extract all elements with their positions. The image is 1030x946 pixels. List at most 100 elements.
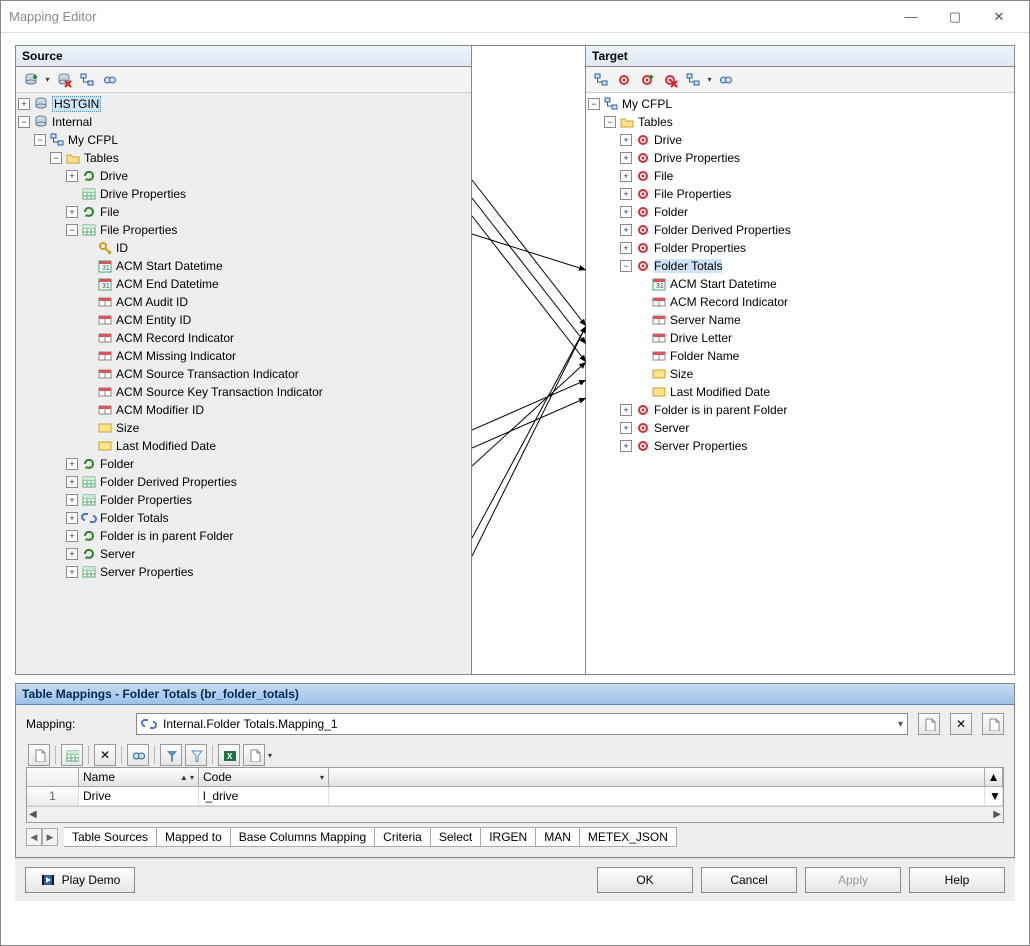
tab-metex-json[interactable]: METEX_JSON (580, 827, 677, 847)
property-icon (97, 366, 113, 382)
source-node-server[interactable]: +Server (66, 545, 471, 563)
grid-filter2-button[interactable] (185, 744, 207, 766)
target-node-folder-parent[interactable]: +Folder is in parent Folder (620, 401, 1014, 419)
mapping-new-button[interactable] (918, 713, 940, 735)
create-mapping-button[interactable] (591, 70, 611, 90)
row-code[interactable]: l_drive (199, 787, 329, 805)
grid-filter-button[interactable] (160, 744, 182, 766)
target-node-tables[interactable]: − Tables (604, 113, 1014, 131)
column-code[interactable]: Code▾ (199, 768, 329, 786)
source-fp-acm-srctx[interactable]: ACM Source Transaction Indicator (82, 365, 471, 383)
target-ft-lastmod[interactable]: Last Modified Date (636, 383, 1014, 401)
add-datasource-button[interactable] (21, 70, 41, 90)
source-fp-acm-srckey[interactable]: ACM Source Key Transaction Indicator (82, 383, 471, 401)
target-ft-drive-letter[interactable]: Drive Letter (636, 329, 1014, 347)
target-node-file[interactable]: +File (620, 167, 1014, 185)
model-icon (603, 96, 619, 112)
source-fp-id[interactable]: ID (82, 239, 471, 257)
grid-table-button[interactable] (61, 744, 83, 766)
source-node-server-props[interactable]: +Server Properties (66, 563, 471, 581)
source-fp-acm-start[interactable]: ACM Start Datetime (82, 257, 471, 275)
play-demo-button[interactable]: Play Demo (25, 867, 135, 893)
tab-irgen[interactable]: IRGEN (481, 827, 536, 847)
close-button[interactable]: ✕ (977, 2, 1021, 32)
source-node-hstgin[interactable]: + HSTGIN (18, 95, 471, 113)
apply-button[interactable]: Apply (805, 867, 901, 893)
grid-more-button[interactable] (243, 744, 265, 766)
source-node-mycfpl[interactable]: − My CFPL (34, 131, 471, 149)
tab-mapped-to[interactable]: Mapped to (157, 827, 231, 847)
maximize-button[interactable]: ▢ (933, 2, 977, 32)
source-node-file-props[interactable]: −File Properties (66, 221, 471, 239)
tab-next[interactable]: ▶ (42, 828, 58, 846)
find-button[interactable] (100, 70, 120, 90)
source-node-folder-derived[interactable]: +Folder Derived Properties (66, 473, 471, 491)
source-node-internal[interactable]: − Internal (18, 113, 471, 131)
target-model-button[interactable] (683, 70, 703, 90)
target-node-mycfpl[interactable]: − My CFPL (588, 95, 1014, 113)
grid-excel-button[interactable] (218, 744, 240, 766)
target-node-folder-props[interactable]: +Folder Properties (620, 239, 1014, 257)
source-fp-acm-modifier[interactable]: ACM Modifier ID (82, 401, 471, 419)
mapping-delete-button[interactable]: ✕ (950, 713, 972, 735)
grid-delete-button[interactable]: ✕ (94, 744, 116, 766)
row-name[interactable]: Drive (79, 787, 199, 805)
target-node-folder[interactable]: +Folder (620, 203, 1014, 221)
target-ft-size[interactable]: Size (636, 365, 1014, 383)
mapping-options-button[interactable] (982, 713, 1004, 735)
insert-row-button[interactable] (28, 744, 50, 766)
scrollbar-top[interactable]: ▲ (985, 768, 1003, 786)
model-button[interactable] (77, 70, 97, 90)
target-icon-button[interactable] (614, 70, 634, 90)
mapping-combobox[interactable]: ▾ (136, 713, 908, 735)
hscrollbar[interactable]: ◀▶ (27, 806, 1003, 822)
source-node-drive-props[interactable]: Drive Properties (66, 185, 471, 203)
source-node-drive[interactable]: +Drive (66, 167, 471, 185)
target-node-drive[interactable]: +Drive (620, 131, 1014, 149)
target-model-dropdown[interactable]: ▾ (706, 70, 713, 90)
source-node-folder-props[interactable]: +Folder Properties (66, 491, 471, 509)
target-ft-server-name[interactable]: Server Name (636, 311, 1014, 329)
source-fp-lastmod[interactable]: Last Modified Date (82, 437, 471, 455)
tab-select[interactable]: Select (431, 827, 481, 847)
target-ft-acm-record[interactable]: ACM Record Indicator (636, 293, 1014, 311)
ok-button[interactable]: OK (597, 867, 693, 893)
source-node-tables[interactable]: − Tables (50, 149, 471, 167)
target-find-button[interactable] (716, 70, 736, 90)
minimize-button[interactable]: — (889, 2, 933, 32)
target-add-button[interactable] (637, 70, 657, 90)
help-button[interactable]: Help (909, 867, 1005, 893)
column-name[interactable]: Name▲ ▾ (79, 768, 199, 786)
grid-find-button[interactable] (127, 744, 149, 766)
remove-datasource-button[interactable] (54, 70, 74, 90)
add-datasource-dropdown[interactable]: ▾ (44, 70, 51, 90)
tab-man[interactable]: MAN (536, 827, 580, 847)
target-ft-folder-name[interactable]: Folder Name (636, 347, 1014, 365)
cancel-button[interactable]: Cancel (701, 867, 797, 893)
scrollbar-bottom[interactable]: ▼ (985, 787, 1003, 805)
tab-prev[interactable]: ◀ (26, 828, 42, 846)
target-remove-button[interactable] (660, 70, 680, 90)
source-fp-acm-entity[interactable]: ACM Entity ID (82, 311, 471, 329)
source-fp-acm-audit[interactable]: ACM Audit ID (82, 293, 471, 311)
tab-criteria[interactable]: Criteria (375, 827, 431, 847)
mapping-input[interactable] (161, 716, 894, 732)
source-fp-size[interactable]: Size (82, 419, 471, 437)
source-fp-acm-end[interactable]: ACM End Datetime (82, 275, 471, 293)
tab-base-columns[interactable]: Base Columns Mapping (231, 827, 375, 847)
row-number[interactable]: 1 (27, 787, 79, 805)
target-ft-acm-start[interactable]: ACM Start Datetime (636, 275, 1014, 293)
target-node-server[interactable]: +Server (620, 419, 1014, 437)
target-node-folder-totals[interactable]: −Folder Totals (620, 257, 1014, 275)
source-fp-acm-record[interactable]: ACM Record Indicator (82, 329, 471, 347)
source-node-folder-parent[interactable]: +Folder is in parent Folder (66, 527, 471, 545)
source-node-folder-totals[interactable]: +Folder Totals (66, 509, 471, 527)
target-node-drive-props[interactable]: +Drive Properties (620, 149, 1014, 167)
tab-table-sources[interactable]: Table Sources (64, 827, 157, 847)
target-node-folder-derived[interactable]: +Folder Derived Properties (620, 221, 1014, 239)
target-node-server-props[interactable]: +Server Properties (620, 437, 1014, 455)
source-node-folder[interactable]: +Folder (66, 455, 471, 473)
source-node-file[interactable]: +File (66, 203, 471, 221)
target-node-file-props[interactable]: +File Properties (620, 185, 1014, 203)
source-fp-acm-missing[interactable]: ACM Missing Indicator (82, 347, 471, 365)
